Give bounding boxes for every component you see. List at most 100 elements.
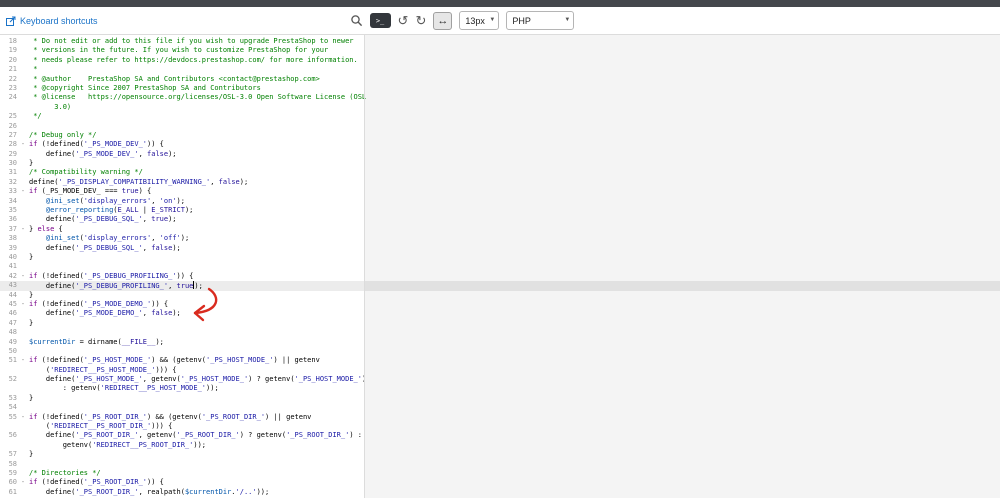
code-line[interactable]: 26 <box>0 122 1000 131</box>
code-line[interactable]: 28-if (!defined('_PS_MODE_DEV_')) { <box>0 140 1000 149</box>
redo-button[interactable]: ↻ <box>415 14 426 27</box>
fold-marker[interactable]: - <box>17 413 29 422</box>
code-line[interactable]: 22 * @author PrestaShop SA and Contribut… <box>0 75 1000 84</box>
redo-icon: ↻ <box>415 14 426 27</box>
fold-marker[interactable]: - <box>17 478 29 487</box>
fold-marker[interactable]: - <box>17 300 29 309</box>
undo-button[interactable]: ↺ <box>398 14 409 27</box>
line-number: 19 <box>0 46 17 55</box>
terminal-icon: >_ <box>376 17 384 25</box>
code-text: if (!defined('_PS_HOST_MODE_') && (geten… <box>29 356 1000 365</box>
line-number <box>0 441 17 450</box>
code-line[interactable]: 47} <box>0 319 1000 328</box>
fold-gutter <box>17 65 29 74</box>
line-number: 38 <box>0 234 17 243</box>
code-text: if (!defined('_PS_ROOT_DIR_') && (getenv… <box>29 413 1000 422</box>
code-line[interactable]: 27/* Debug only */ <box>0 131 1000 140</box>
fold-gutter <box>17 375 29 384</box>
code-line[interactable]: ('REDIRECT__PS_ROOT_DIR_'))) { <box>0 422 1000 431</box>
line-number: 32 <box>0 178 17 187</box>
code-editor[interactable]: 18 * Do not edit or add to this file if … <box>0 35 1000 498</box>
code-text: } <box>29 394 1000 403</box>
line-number: 42 <box>0 272 17 281</box>
code-line[interactable]: ('REDIRECT__PS_HOST_MODE_'))) { <box>0 366 1000 375</box>
code-text: $currentDir = dirname(__FILE__); <box>29 338 1000 347</box>
code-text <box>29 328 1000 337</box>
code-text: define('_PS_ROOT_DIR_', realpath($curren… <box>29 488 1000 497</box>
fold-gutter <box>17 234 29 243</box>
code-line[interactable]: 31/* Compatibility warning */ <box>0 168 1000 177</box>
fold-marker[interactable]: - <box>17 225 29 234</box>
code-text: if (!defined('_PS_MODE_DEV_')) { <box>29 140 1000 149</box>
word-wrap-toggle[interactable]: ↔ <box>433 12 452 30</box>
code-line[interactable]: 61 define('_PS_ROOT_DIR_', realpath($cur… <box>0 488 1000 497</box>
fold-gutter <box>17 215 29 224</box>
line-number: 27 <box>0 131 17 140</box>
code-line[interactable]: 50 <box>0 347 1000 356</box>
code-line[interactable]: 58 <box>0 460 1000 469</box>
code-line[interactable]: 44} <box>0 291 1000 300</box>
line-number: 61 <box>0 488 17 497</box>
code-line[interactable]: 42-if (!defined('_PS_DEBUG_PROFILING_'))… <box>0 272 1000 281</box>
code-line[interactable]: 39 define('_PS_DEBUG_SQL_', false); <box>0 244 1000 253</box>
fold-gutter <box>17 131 29 140</box>
code-line[interactable]: 40} <box>0 253 1000 262</box>
code-line[interactable]: 30} <box>0 159 1000 168</box>
code-line[interactable]: 57} <box>0 450 1000 459</box>
code-text <box>29 262 1000 271</box>
code-line[interactable]: 43 define('_PS_DEBUG_PROFILING_', true); <box>0 281 1000 290</box>
line-number: 56 <box>0 431 17 440</box>
code-line[interactable]: 45-if (!defined('_PS_MODE_DEMO_')) { <box>0 300 1000 309</box>
code-line[interactable]: 46 define('_PS_MODE_DEMO_', false); <box>0 309 1000 318</box>
code-line[interactable]: 19 * versions in the future. If you wish… <box>0 46 1000 55</box>
terminal-button[interactable]: >_ <box>370 13 391 28</box>
search-button[interactable] <box>350 14 363 27</box>
code-line[interactable]: 18 * Do not edit or add to this file if … <box>0 37 1000 46</box>
code-line[interactable]: 36 define('_PS_DEBUG_SQL_', true); <box>0 215 1000 224</box>
code-line[interactable]: 32define('_PS_DISPLAY_COMPATIBILITY_WARN… <box>0 178 1000 187</box>
line-number <box>0 103 17 112</box>
code-line[interactable]: 54 <box>0 403 1000 412</box>
keyboard-shortcuts-link[interactable]: Keyboard shortcuts <box>6 16 98 26</box>
fold-marker[interactable]: - <box>17 140 29 149</box>
code-line[interactable]: 48 <box>0 328 1000 337</box>
font-size-select[interactable]: 13px <box>459 11 499 30</box>
line-number: 50 <box>0 347 17 356</box>
code-line[interactable]: 3.0) <box>0 103 1000 112</box>
code-line[interactable]: : getenv('REDIRECT__PS_HOST_MODE_')); <box>0 384 1000 393</box>
line-number: 60 <box>0 478 17 487</box>
code-line[interactable]: 35 @error_reporting(E_ALL | E_STRICT); <box>0 206 1000 215</box>
code-line[interactable]: 52 define('_PS_HOST_MODE_', getenv('_PS_… <box>0 375 1000 384</box>
code-text: define('_PS_HOST_MODE_', getenv('_PS_HOS… <box>29 375 1000 384</box>
fold-gutter <box>17 206 29 215</box>
code-line[interactable]: 37-} else { <box>0 225 1000 234</box>
fold-gutter <box>17 281 29 290</box>
fold-marker[interactable]: - <box>17 272 29 281</box>
code-line[interactable]: 24 * @license https://opensource.org/lic… <box>0 93 1000 102</box>
code-text: * needs please refer to https://devdocs.… <box>29 56 1000 65</box>
code-line[interactable]: 34 @ini_set('display_errors', 'on'); <box>0 197 1000 206</box>
fold-marker[interactable]: - <box>17 356 29 365</box>
fold-gutter <box>17 197 29 206</box>
code-line[interactable]: 29 define('_PS_MODE_DEV_', false); <box>0 150 1000 159</box>
code-text: } <box>29 450 1000 459</box>
language-select[interactable]: PHP <box>506 11 574 30</box>
fold-gutter <box>17 122 29 131</box>
code-line[interactable]: 56 define('_PS_ROOT_DIR_', getenv('_PS_R… <box>0 431 1000 440</box>
code-line[interactable]: 25 */ <box>0 112 1000 121</box>
code-line[interactable]: 55-if (!defined('_PS_ROOT_DIR_') && (get… <box>0 413 1000 422</box>
fold-marker[interactable]: - <box>17 187 29 196</box>
code-line[interactable]: 38 @ini_set('display_errors', 'off'); <box>0 234 1000 243</box>
code-line[interactable]: 51-if (!defined('_PS_HOST_MODE_') && (ge… <box>0 356 1000 365</box>
code-line[interactable]: 20 * needs please refer to https://devdo… <box>0 56 1000 65</box>
code-line[interactable]: getenv('REDIRECT__PS_ROOT_DIR_')); <box>0 441 1000 450</box>
code-line[interactable]: 53} <box>0 394 1000 403</box>
code-line[interactable]: 59/* Directories */ <box>0 469 1000 478</box>
code-line[interactable]: 60-if (!defined('_PS_ROOT_DIR_')) { <box>0 478 1000 487</box>
code-line[interactable]: 21 * <box>0 65 1000 74</box>
code-line[interactable]: 33-if (_PS_MODE_DEV_ === true) { <box>0 187 1000 196</box>
code-line[interactable]: 49$currentDir = dirname(__FILE__); <box>0 338 1000 347</box>
line-number: 58 <box>0 460 17 469</box>
code-line[interactable]: 41 <box>0 262 1000 271</box>
code-line[interactable]: 23 * @copyright Since 2007 PrestaShop SA… <box>0 84 1000 93</box>
